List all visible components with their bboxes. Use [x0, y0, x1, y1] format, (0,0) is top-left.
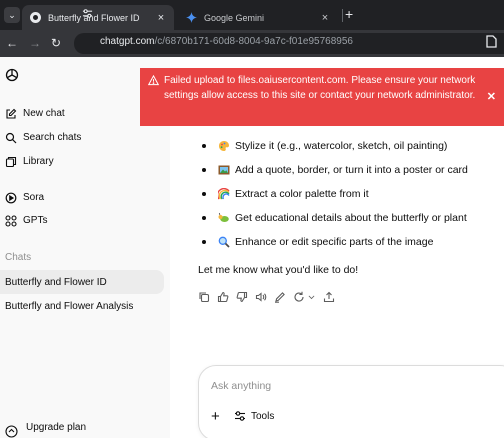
list-item: Add a quote, border, or turn it into a p…	[202, 158, 468, 182]
tab-gemini[interactable]: Google Gemini ×	[178, 5, 338, 30]
bullet-dot	[202, 240, 206, 244]
tab-chatgpt[interactable]: Butterfly and Flower ID ×	[22, 5, 174, 30]
chat-input[interactable]	[211, 380, 491, 392]
rainbow-icon	[218, 188, 230, 200]
message-actions	[198, 291, 342, 303]
tools-button[interactable]: Tools	[234, 410, 274, 422]
sidebar-item-label: New chat	[23, 108, 65, 119]
bullet-dot	[202, 168, 206, 172]
upgrade-icon	[5, 425, 18, 438]
search-icon	[5, 132, 17, 143]
palette-icon	[219, 141, 229, 151]
gemini-favicon-icon	[186, 12, 197, 23]
close-icon[interactable]: ✕	[487, 90, 496, 105]
back-icon[interactable]: ←	[6, 36, 18, 50]
chatgpt-favicon-icon	[30, 12, 41, 23]
picture-frame-icon	[218, 165, 230, 175]
sidebar-item-search-chats[interactable]: Search chats	[0, 125, 164, 150]
error-message: Failed upload to files.oaiusercontent.co…	[164, 75, 476, 101]
suggestion-list: Stylize it (e.g., watercolor, sketch, oi…	[202, 134, 468, 254]
library-icon	[5, 156, 17, 167]
sora-icon	[5, 192, 17, 203]
url-path: /c/6870b171-60d8-8004-9a7c-f01e95768956	[154, 36, 353, 47]
list-item: Get educational details about the butter…	[202, 206, 468, 230]
chevron-down-icon[interactable]	[307, 291, 316, 303]
close-tab-icon[interactable]: ×	[156, 12, 166, 24]
edit-canvas-icon[interactable]	[274, 291, 286, 303]
browser-tab-bar: ⌄ Butterfly and Flower ID × Google Gemin…	[0, 0, 504, 30]
tools-icon	[235, 411, 245, 421]
reload-icon[interactable]: ↻	[51, 36, 61, 50]
tab-divider	[342, 9, 343, 22]
openai-logo-icon[interactable]	[5, 68, 19, 82]
share-icon[interactable]	[323, 291, 335, 303]
composer: + Tools	[198, 365, 504, 438]
new-tab-button[interactable]: +	[345, 6, 353, 22]
chats-heading: Chats	[5, 252, 32, 263]
bullet-dot	[202, 144, 206, 148]
tools-label: Tools	[251, 410, 275, 422]
thumbs-up-icon[interactable]	[217, 291, 229, 303]
bullet-dot	[202, 216, 206, 220]
url-host: chatgpt.com	[100, 36, 155, 47]
upgrade-plan-button[interactable]: Upgrade plan	[5, 422, 86, 438]
tab-title: Google Gemini	[204, 12, 265, 23]
chat-item-butterfly-flower-analysis[interactable]: Butterfly and Flower Analysis	[0, 294, 164, 318]
magnifier-icon	[218, 236, 230, 248]
warning-icon	[148, 75, 159, 86]
suggestion-text: Extract a color palette from it	[235, 188, 369, 200]
tab-search-button[interactable]: ⌄	[4, 7, 20, 23]
copy-icon[interactable]	[198, 291, 210, 303]
sidebar-item-sora[interactable]: Sora	[0, 185, 164, 210]
gpts-icon	[5, 214, 17, 227]
sidebar-item-library[interactable]: Library	[0, 149, 164, 174]
forward-icon[interactable]: →	[29, 36, 41, 50]
suggestion-text: Enhance or edit specific parts of the im…	[235, 236, 434, 248]
close-tab-icon[interactable]: ×	[320, 12, 330, 24]
thumbs-down-icon[interactable]	[236, 291, 248, 303]
list-item: Extract a color palette from it	[202, 182, 468, 206]
suggestion-text: Stylize it (e.g., watercolor, sketch, oi…	[235, 140, 448, 152]
leaf-bug-icon	[218, 212, 229, 222]
sidebar-item-label: Library	[23, 156, 54, 167]
regenerate-icon[interactable]	[293, 291, 305, 303]
upgrade-plan-label: Upgrade plan	[26, 422, 87, 433]
sidebar-item-label: Sora	[23, 192, 45, 203]
read-aloud-icon[interactable]	[255, 291, 267, 303]
bullet-dot	[202, 192, 206, 196]
url-text[interactable]: chatgpt.com/c/6870b171-60d8-8004-9a7c-f0…	[100, 36, 353, 47]
suggestion-text: Get educational details about the butter…	[235, 212, 467, 224]
page-icon[interactable]	[486, 35, 497, 48]
suggestion-text: Add a quote, border, or turn it into a p…	[235, 164, 468, 176]
chat-item-butterfly-flower-id[interactable]: Butterfly and Flower ID	[0, 270, 164, 294]
add-attachment-button[interactable]: +	[211, 409, 220, 424]
tab-title: Butterfly and Flower ID	[48, 12, 140, 23]
assistant-closing-text: Let me know what you'd like to do!	[198, 264, 359, 276]
list-item: Enhance or edit specific parts of the im…	[202, 230, 468, 254]
sidebar-item-gpts[interactable]: GPTs	[0, 208, 164, 233]
sidebar-item-label: GPTs	[23, 215, 48, 226]
site-info-icon[interactable]	[82, 8, 93, 19]
sidebar-item-label: Search chats	[23, 132, 82, 143]
error-banner: Failed upload to files.oaiusercontent.co…	[140, 68, 504, 126]
list-item: Stylize it (e.g., watercolor, sketch, oi…	[202, 134, 468, 158]
new-chat-icon	[6, 108, 17, 119]
